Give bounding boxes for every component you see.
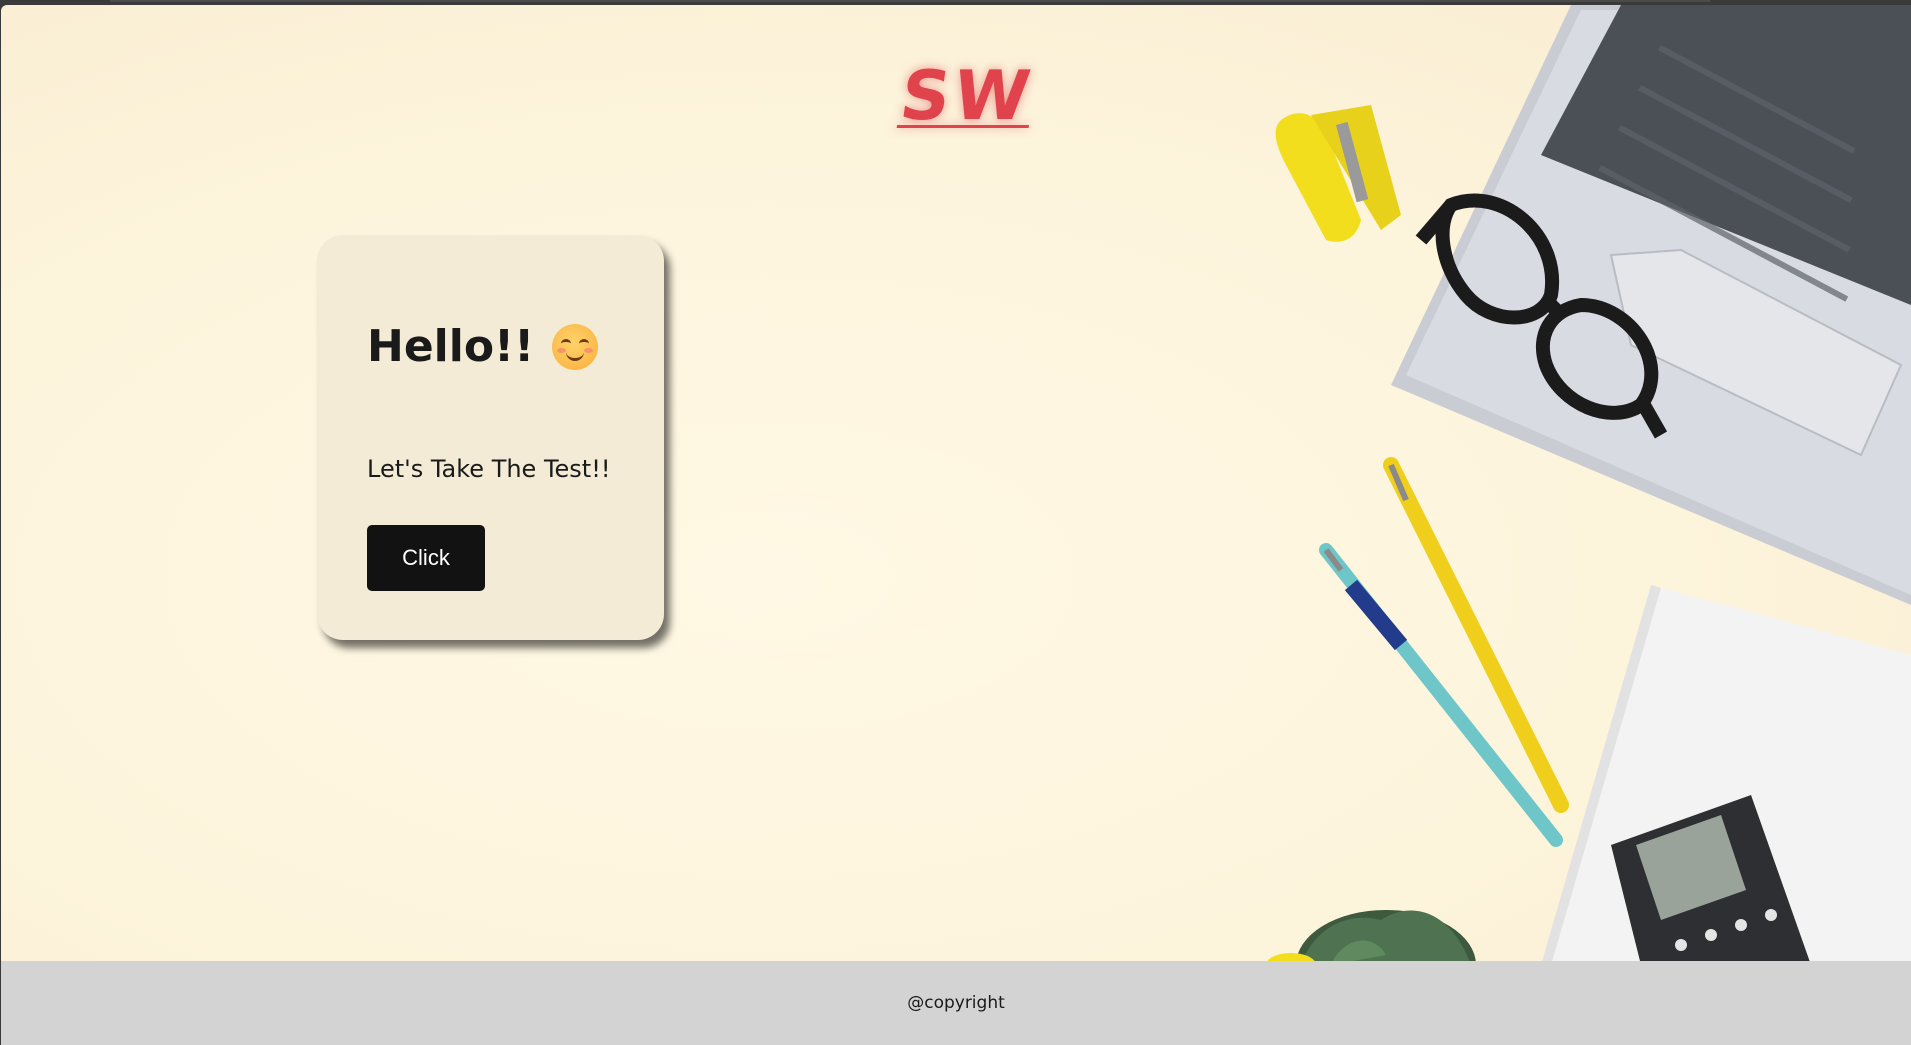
card-title: Hello!! [367, 321, 535, 372]
smiling-face-icon [552, 323, 599, 370]
stapler-icon [1275, 105, 1401, 242]
welcome-card: Hello!! Let's Take The Test!! Click [317, 235, 664, 640]
plant-icon [1266, 910, 1476, 965]
card-title-row: Hello!! [367, 321, 599, 372]
footer-copyright: @copyright [907, 993, 1005, 1013]
desk-photo-image [1266, 5, 1911, 965]
click-button[interactable]: Click [367, 525, 485, 591]
page-background: SW Hello!! Let's Take The Test!! Click @… [1, 5, 1911, 1045]
browser-window: SW Hello!! Let's Take The Test!! Click @… [0, 0, 1911, 1045]
card-subtitle: Let's Take The Test!! [367, 455, 611, 483]
footer: @copyright [1, 961, 1911, 1045]
logo[interactable]: SW [896, 57, 1039, 136]
pens-icon [1319, 457, 1569, 847]
